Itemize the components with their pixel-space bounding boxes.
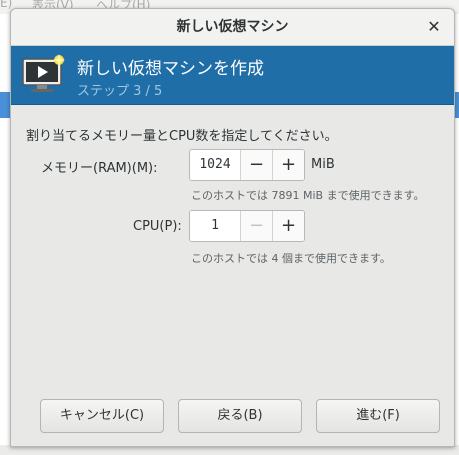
memory-label: メモリー(RAM)(M): — [41, 161, 158, 176]
memory-hint: このホストでは 7891 MiB まで使用できます。 — [191, 189, 425, 202]
memory-increment-button[interactable]: + — [272, 150, 304, 180]
wizard-heading: 新しい仮想マシンを作成 — [77, 59, 264, 79]
dialog-title: 新しい仮想マシン — [176, 19, 289, 35]
memory-input[interactable] — [190, 150, 240, 180]
memory-decrement-button[interactable]: − — [240, 150, 272, 180]
new-vm-dialog: 新しい仮想マシン ✕ 新しい仮想マシンを作成 ステップ 3 / 5 割り当てるメ… — [10, 8, 455, 447]
cpu-spinbox: − + — [189, 210, 305, 242]
cpu-decrement-button[interactable]: − — [240, 211, 272, 241]
cancel-button[interactable]: キャンセル(C) — [40, 399, 164, 433]
cpu-input[interactable] — [190, 211, 240, 241]
forward-button[interactable]: 進む(F) — [316, 399, 440, 433]
cpu-label: CPU(P): — [133, 219, 182, 234]
back-button[interactable]: 戻る(B) — [178, 399, 302, 433]
wizard-banner: 新しい仮想マシンを作成 ステップ 3 / 5 — [11, 46, 454, 105]
cpu-increment-button[interactable]: + — [272, 211, 304, 241]
instruction-text: 割り当てるメモリー量とCPU数を指定してください。 — [26, 129, 338, 144]
close-icon[interactable]: ✕ — [424, 17, 444, 37]
wizard-step-indicator: ステップ 3 / 5 — [77, 84, 163, 99]
cpu-hint: このホストでは 4 個まで使用できます。 — [191, 252, 391, 265]
dialog-titlebar: 新しい仮想マシン ✕ — [11, 9, 454, 46]
memory-unit: MiB — [311, 157, 335, 172]
memory-spinbox: − + — [189, 149, 305, 181]
new-vm-icon — [22, 54, 65, 92]
